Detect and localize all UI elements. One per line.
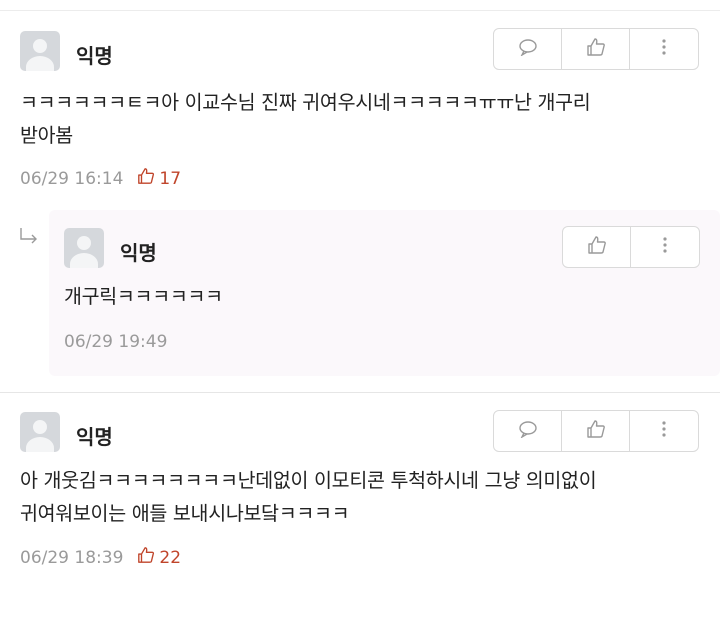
like-count[interactable]: 22 — [137, 546, 181, 569]
reply-action-bar — [562, 226, 700, 268]
comment-text: 아 개웃김ㅋㅋㅋㅋㅋㅋㅋㅋ난데없이 이모티콘 투척하시네 그냥 의미없이 귀여워… — [20, 469, 597, 525]
comment-divider — [0, 392, 720, 393]
top-divider — [0, 10, 720, 11]
comment-author: 익명 — [76, 44, 113, 68]
like-button[interactable] — [562, 29, 630, 69]
vertical-dots-icon — [661, 38, 667, 60]
comment-meta: 06/29 18:39 22 — [20, 546, 181, 569]
more-button[interactable] — [631, 227, 699, 267]
like-button[interactable] — [562, 411, 630, 451]
avatar — [64, 228, 104, 268]
like-count-value: 22 — [159, 547, 182, 568]
like-count-value: 17 — [159, 168, 182, 189]
comment-text: ㅋㅋㅋㅋㅋㅋㅌㅋ아 이교수님 진짜 귀여우시네ㅋㅋㅋㅋㅋㅠㅠ난 개구리 받아봄 — [20, 91, 591, 147]
reply-author: 익명 — [120, 241, 157, 265]
speech-bubble-icon — [518, 420, 538, 442]
reply-text: 개구릭ㅋㅋㅋㅋㅋㅋ — [64, 285, 223, 308]
thumbs-up-icon — [137, 546, 159, 569]
reply-meta: 06/29 19:49 — [64, 332, 167, 352]
comment-meta: 06/29 16:14 17 — [20, 167, 181, 190]
reply-button[interactable] — [494, 29, 562, 69]
comment-item: 익명 ㅋㅋㅋㅋㅋㅋㅌㅋ아 이교수님 진짜 귀여우시네ㅋㅋㅋㅋㅋㅠㅠ난 개구리 받… — [0, 12, 720, 205]
comment-item: 익명 아 개웃김ㅋㅋㅋㅋㅋㅋㅋㅋ난데없이 이모티콘 투척하시네 그냥 의미없이 … — [0, 394, 720, 584]
speech-bubble-icon — [518, 38, 538, 60]
comment-action-bar — [493, 410, 699, 452]
more-button[interactable] — [630, 29, 698, 69]
like-count[interactable]: 17 — [137, 167, 181, 190]
comment-author: 익명 — [76, 425, 113, 449]
reply-button[interactable] — [494, 411, 562, 451]
reply-item: 익명 개구릭ㅋㅋㅋㅋㅋㅋ 06/29 19:49 — [0, 210, 720, 376]
comment-time: 06/29 16:14 — [20, 168, 124, 189]
vertical-dots-icon — [661, 420, 667, 442]
avatar — [20, 412, 60, 452]
comment-action-bar — [493, 28, 699, 70]
thumbs-up-icon — [586, 37, 606, 61]
more-button[interactable] — [630, 411, 698, 451]
vertical-dots-icon — [662, 236, 668, 258]
thumbs-up-icon — [137, 167, 159, 190]
like-button[interactable] — [563, 227, 631, 267]
thumbs-up-icon — [587, 235, 607, 259]
comment-time: 06/29 18:39 — [20, 547, 124, 568]
thumbs-up-icon — [586, 419, 606, 443]
avatar — [20, 31, 60, 71]
reply-time: 06/29 19:49 — [64, 332, 168, 352]
